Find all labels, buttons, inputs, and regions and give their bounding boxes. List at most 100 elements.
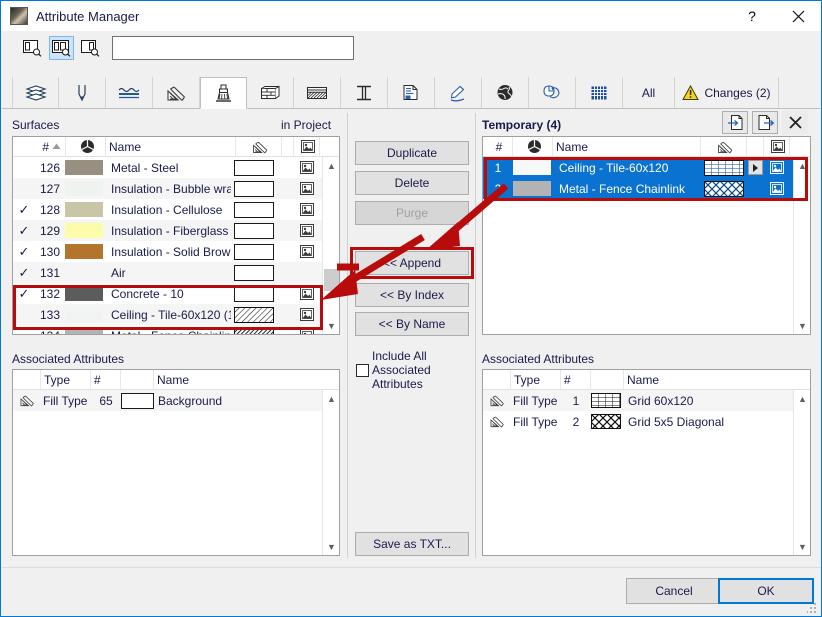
- column-header-number[interactable]: #: [13, 137, 66, 157]
- right-assoc-scrollbar[interactable]: ▲ ▼: [793, 390, 810, 555]
- row-color-swatch[interactable]: [65, 181, 105, 196]
- column-header-fill[interactable]: [236, 137, 282, 157]
- surfaces-listbox[interactable]: # Name 126 Metal - Steel 127 Insulation …: [12, 136, 340, 335]
- row-swatch[interactable]: [121, 392, 154, 409]
- assoc-column-name[interactable]: Name: [154, 370, 339, 390]
- assoc-column-type[interactable]: Type: [41, 370, 91, 390]
- row-texture-icon[interactable]: [764, 160, 790, 175]
- left-assoc-scrollbar[interactable]: ▲ ▼: [322, 390, 339, 555]
- scroll-up-icon[interactable]: ▲: [323, 390, 339, 407]
- tab-surfaces[interactable]: [200, 77, 247, 109]
- image-icon[interactable]: [299, 286, 315, 301]
- row-texture-icon[interactable]: [294, 307, 320, 322]
- assoc-column-type[interactable]: Type: [511, 370, 561, 390]
- row-texture-icon[interactable]: [294, 181, 320, 196]
- surfaces-scrollbar[interactable]: ▲ ▼: [322, 157, 339, 334]
- resize-grip-icon[interactable]: [807, 603, 817, 613]
- row-fill-swatch[interactable]: [231, 264, 277, 281]
- row-fill-swatch[interactable]: [701, 180, 747, 197]
- scroll-thumb[interactable]: [324, 269, 339, 291]
- tab-building-materials[interactable]: [247, 77, 294, 108]
- row-fill-swatch[interactable]: [231, 201, 277, 218]
- scroll-down-icon[interactable]: ▼: [323, 538, 339, 555]
- assoc-column-number[interactable]: #: [561, 370, 591, 390]
- assoc-column-name[interactable]: Name: [624, 370, 810, 390]
- row-color-swatch[interactable]: [65, 160, 105, 175]
- row-color-swatch[interactable]: [65, 328, 105, 334]
- open-file-button[interactable]: [722, 111, 748, 134]
- tab-zone-categories[interactable]: [388, 77, 435, 108]
- close-button[interactable]: [775, 1, 821, 32]
- image-icon[interactable]: [299, 244, 315, 259]
- scroll-up-icon[interactable]: ▲: [323, 157, 339, 174]
- table-row[interactable]: ✓ 128 Insulation - Cellulose: [13, 199, 339, 220]
- row-texture-icon[interactable]: [294, 244, 320, 259]
- row-expand-cell[interactable]: [747, 160, 764, 175]
- column-header-color[interactable]: [513, 137, 553, 157]
- row-color-swatch[interactable]: [513, 181, 553, 196]
- column-header-texture[interactable]: [764, 137, 790, 157]
- image-icon[interactable]: [299, 202, 315, 217]
- right-assoc-listbox[interactable]: Type # Name Fill Type 1 Grid 60x120 Fill Ty…: [482, 369, 811, 556]
- close-file-button[interactable]: [782, 111, 808, 134]
- row-texture-icon[interactable]: [294, 223, 320, 238]
- row-checkmark[interactable]: ✓: [13, 244, 35, 260]
- tab-changes[interactable]: Changes (2): [675, 77, 779, 108]
- image-icon[interactable]: [769, 160, 785, 175]
- tab-composites[interactable]: [294, 77, 341, 108]
- table-row[interactable]: ✓ 129 Insulation - Fiberglass: [13, 220, 339, 241]
- row-expand-arrow[interactable]: [748, 160, 763, 175]
- tab-operation-profiles[interactable]: [529, 77, 576, 108]
- scroll-up-icon[interactable]: ▲: [794, 390, 810, 407]
- duplicate-button[interactable]: Duplicate: [355, 141, 469, 165]
- row-fill-swatch[interactable]: [231, 180, 277, 197]
- table-row[interactable]: 1 Ceiling - Tile-60x120: [483, 157, 810, 178]
- temporary-scrollbar[interactable]: ▲ ▼: [793, 157, 810, 334]
- save-as-txt-button[interactable]: Save as TXT...: [355, 532, 469, 556]
- table-row[interactable]: ✓ 131 Air: [13, 262, 339, 283]
- table-row[interactable]: ✓ 132 Concrete - 10: [13, 283, 339, 304]
- table-row[interactable]: 127 Insulation - Bubble wrap: [13, 178, 339, 199]
- row-fill-swatch[interactable]: [701, 159, 747, 176]
- tab-fill-types[interactable]: [153, 77, 200, 108]
- row-fill-swatch[interactable]: [231, 306, 277, 323]
- filter-double-button[interactable]: [49, 36, 74, 60]
- scroll-down-icon[interactable]: ▼: [794, 317, 810, 334]
- row-texture-icon[interactable]: [294, 160, 320, 175]
- by-index-button[interactable]: << By Index: [355, 283, 469, 307]
- image-icon[interactable]: [299, 160, 315, 175]
- row-fill-swatch[interactable]: [231, 327, 277, 334]
- tab-profiles[interactable]: [341, 77, 388, 108]
- left-assoc-listbox[interactable]: Type # Name Fill Type 65 Background ▲ ▼: [12, 369, 340, 556]
- tab-pen-sets[interactable]: [435, 77, 482, 108]
- column-header-number[interactable]: #: [483, 137, 513, 157]
- row-fill-swatch[interactable]: [231, 222, 277, 239]
- table-row[interactable]: 133 Ceiling - Tile-60x120 (1): [13, 304, 339, 325]
- save-file-button[interactable]: [752, 111, 778, 134]
- row-color-swatch[interactable]: [65, 223, 105, 238]
- tab-line-types[interactable]: [106, 77, 153, 108]
- row-color-swatch[interactable]: [65, 244, 105, 259]
- row-checkmark[interactable]: ✓: [13, 202, 35, 218]
- row-texture-icon[interactable]: [294, 328, 320, 336]
- tab-pens[interactable]: [59, 77, 106, 108]
- image-icon[interactable]: [299, 307, 315, 322]
- scroll-up-icon[interactable]: ▲: [794, 157, 810, 174]
- tab-all[interactable]: All: [623, 77, 675, 108]
- by-name-button[interactable]: << By Name: [355, 312, 469, 336]
- row-color-swatch[interactable]: [513, 160, 553, 175]
- scroll-down-icon[interactable]: ▼: [794, 538, 810, 555]
- filter-single-button[interactable]: [20, 36, 45, 60]
- list-item[interactable]: Fill Type 1 Grid 60x120: [483, 390, 810, 411]
- scroll-down-icon[interactable]: ▼: [323, 317, 339, 334]
- row-swatch[interactable]: [591, 414, 624, 429]
- tab-cities[interactable]: [482, 77, 529, 108]
- image-icon[interactable]: [299, 223, 315, 238]
- row-color-swatch[interactable]: [65, 307, 105, 322]
- image-icon[interactable]: [299, 328, 315, 336]
- row-swatch[interactable]: [591, 393, 624, 408]
- row-checkmark[interactable]: ✓: [13, 223, 35, 239]
- cancel-button[interactable]: Cancel: [626, 578, 722, 604]
- table-row[interactable]: ✓ 130 Insulation - Solid Brown: [13, 241, 339, 262]
- ok-button[interactable]: OK: [718, 578, 814, 604]
